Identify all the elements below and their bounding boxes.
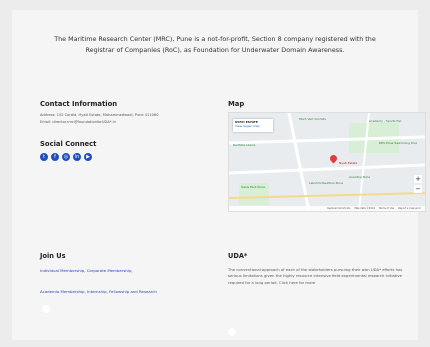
map-info-card: NYATI ESTATE View larger map bbox=[233, 119, 273, 132]
zoom-out-button[interactable]: − bbox=[414, 185, 422, 193]
youtube-icon[interactable]: ▶ bbox=[84, 153, 92, 161]
twitter-icon[interactable]: t bbox=[40, 153, 48, 161]
view-larger-map-link[interactable]: View larger map bbox=[235, 124, 271, 128]
facebook-icon[interactable]: f bbox=[51, 153, 59, 161]
social-icons: t f ◎ in ▶ bbox=[40, 153, 92, 161]
map-label: Academy - Sports Fac bbox=[369, 119, 402, 123]
map-footer-item: Map data ©2024 bbox=[354, 207, 375, 210]
contact-heading: Contact Information bbox=[40, 100, 118, 108]
map-label: DPS Pune Swimming Pool bbox=[379, 141, 418, 145]
map-label: Radhika Lawns bbox=[233, 143, 256, 147]
academia-link[interactable]: Academia Membership, Internship, Fellows… bbox=[40, 289, 157, 294]
map-label: Mont Vert Orchids bbox=[299, 117, 326, 121]
linkedin-icon[interactable]: in bbox=[73, 153, 81, 161]
join-heading: Join Us bbox=[40, 252, 66, 260]
map-footer-item[interactable]: Keyboard shortcuts bbox=[327, 206, 350, 211]
map-footer-item[interactable]: Terms of Use bbox=[379, 206, 394, 211]
map-pin-label: Nyati Estate bbox=[339, 161, 358, 165]
contact-address: Address: 102 Cordia, Hyati Estate, Moham… bbox=[40, 113, 159, 117]
slider-dot[interactable] bbox=[42, 305, 50, 313]
uda-text: The conventional approach of each of the… bbox=[228, 267, 403, 285]
social-heading: Social Connect bbox=[40, 140, 97, 148]
slider-dot[interactable] bbox=[228, 328, 236, 336]
uda-heading: UDA* bbox=[228, 252, 248, 260]
zoom-in-button[interactable]: + bbox=[414, 175, 422, 183]
intro-text: The Maritime Research Center (MRC), Pune… bbox=[54, 35, 376, 54]
map-heading: Map bbox=[228, 100, 245, 108]
footer-section: The Maritime Research Center (MRC), Pune… bbox=[12, 10, 426, 340]
embedded-map[interactable]: NYATI ESTATE View larger map Mont Vert O… bbox=[228, 112, 426, 212]
map-footer-item[interactable]: Report a map error bbox=[398, 206, 421, 211]
map-label: Anantraj Pune bbox=[349, 175, 371, 179]
map-label: Oasis Park Pune bbox=[241, 185, 265, 189]
map-footer: Keyboard shortcuts Map data ©2024 Terms … bbox=[229, 206, 425, 211]
membership-link[interactable]: Individual Membership, Corporate Members… bbox=[40, 268, 133, 273]
map-label: Lakshmi Realtors Pune bbox=[309, 181, 344, 185]
instagram-icon[interactable]: ◎ bbox=[62, 153, 70, 161]
contact-email[interactable]: Email: director.mrc@foundationforUDA*.in bbox=[40, 120, 116, 126]
